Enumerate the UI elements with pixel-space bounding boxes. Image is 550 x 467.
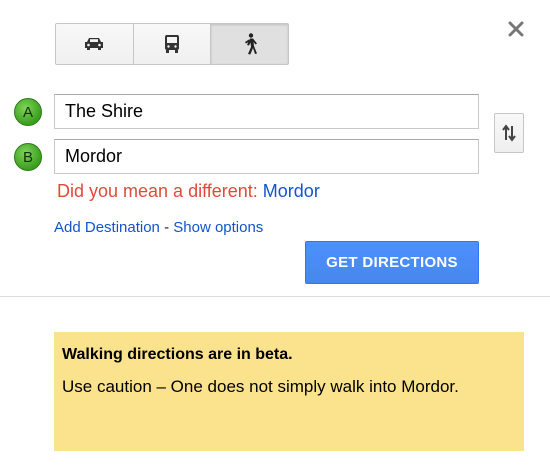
show-options-link[interactable]: Show options — [173, 219, 263, 236]
suggestion-link[interactable]: Mordor — [263, 181, 320, 201]
add-destination-link[interactable]: Add Destination — [54, 219, 160, 236]
beta-warning-box: Walking directions are in beta. Use caut… — [54, 332, 524, 451]
swap-arrows-icon — [502, 124, 516, 142]
walking-mode-button[interactable] — [211, 24, 288, 64]
walking-icon — [244, 33, 257, 55]
divider — [0, 296, 550, 297]
car-icon — [85, 38, 104, 50]
waypoint-b-marker: B — [14, 143, 42, 171]
options-links: Add Destination - Show options — [54, 219, 263, 236]
suggestion-prefix: Did you mean a different: — [57, 181, 263, 201]
car-mode-button[interactable] — [56, 24, 134, 64]
directions-panel: A B Did you mean a different: Mordor Add… — [0, 0, 550, 467]
swap-waypoints-button[interactable] — [494, 113, 524, 153]
warning-body: Use caution – One does not simply walk i… — [62, 377, 459, 396]
bus-icon — [165, 35, 179, 53]
travel-mode-toggle — [55, 23, 289, 65]
destination-input[interactable] — [54, 139, 479, 174]
get-directions-button[interactable]: GET DIRECTIONS — [305, 241, 479, 284]
waypoint-a-marker: A — [14, 98, 42, 126]
link-separator: - — [159, 219, 174, 236]
close-button[interactable] — [505, 18, 527, 40]
did-you-mean-message: Did you mean a different: Mordor — [57, 181, 320, 202]
transit-mode-button[interactable] — [133, 24, 212, 64]
origin-input[interactable] — [54, 94, 479, 129]
close-icon — [508, 21, 524, 37]
warning-title: Walking directions are in beta. — [62, 346, 293, 363]
